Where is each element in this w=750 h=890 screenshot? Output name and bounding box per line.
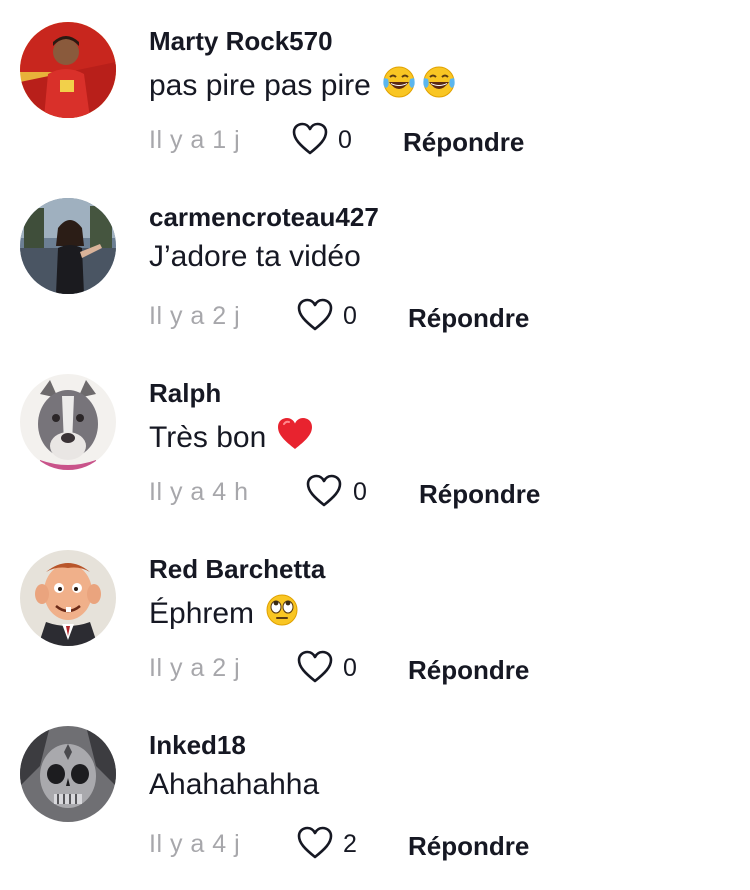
comment-meta: Il y a 2 j 0 Répondre xyxy=(149,298,669,334)
heart-outline-icon xyxy=(297,650,333,683)
comment-meta: Il y a 4 j 2 Répondre xyxy=(149,826,669,862)
like-count: 2 xyxy=(343,830,357,858)
comment-text-content: Éphrem xyxy=(149,597,255,630)
heart-outline-icon xyxy=(306,474,342,507)
reply-button[interactable]: Répondre xyxy=(408,655,529,686)
like-button[interactable] xyxy=(297,826,333,860)
laughing-tears-emoji xyxy=(381,64,417,108)
like-count: 0 xyxy=(353,478,367,506)
avatar[interactable] xyxy=(20,374,116,470)
comment-timestamp: Il y a 4 j xyxy=(149,830,241,858)
reply-button[interactable]: Répondre xyxy=(419,479,540,510)
comment-text-content: Très bon xyxy=(149,421,267,454)
avatar[interactable] xyxy=(20,198,116,294)
like-button[interactable] xyxy=(292,122,328,156)
comment-username[interactable]: Red Barchetta xyxy=(149,554,325,585)
comment-text: pas pire pas pire xyxy=(149,64,457,108)
comment-item: Red Barchetta Éphrem Il y a 2 j 0 Répond… xyxy=(0,528,750,704)
like-count: 0 xyxy=(343,654,357,682)
like-count: 0 xyxy=(338,126,352,154)
comment-text-content: pas pire pas pire xyxy=(149,69,371,102)
comment-text: Très bon xyxy=(149,416,314,460)
comment-timestamp: Il y a 2 j xyxy=(149,302,241,330)
heart-outline-icon xyxy=(297,298,333,331)
reply-button[interactable]: Répondre xyxy=(408,303,529,334)
comment-text: Ahahahahha xyxy=(149,768,319,802)
comment-text-content: J’adore ta vidéo xyxy=(149,240,361,273)
comment-timestamp: Il y a 4 h xyxy=(149,478,249,506)
comment-timestamp: Il y a 2 j xyxy=(149,654,241,682)
reply-button[interactable]: Répondre xyxy=(403,127,524,158)
like-count: 0 xyxy=(343,302,357,330)
like-button[interactable] xyxy=(306,474,342,508)
comment-text: J’adore ta vidéo xyxy=(149,240,361,274)
comment-meta: Il y a 1 j 0 Répondre xyxy=(149,122,669,158)
comment-meta: Il y a 2 j 0 Répondre xyxy=(149,650,669,686)
comment-item: Inked18 Ahahahahha Il y a 4 j 2 Répondre xyxy=(0,704,750,880)
comment-meta: Il y a 4 h 0 Répondre xyxy=(149,474,669,510)
laughing-tears-emoji xyxy=(421,64,457,108)
comment-username[interactable]: carmencroteau427 xyxy=(149,202,379,233)
comment-timestamp: Il y a 1 j xyxy=(149,126,241,154)
like-button[interactable] xyxy=(297,298,333,332)
comment-item: carmencroteau427 J’adore ta vidéo Il y a… xyxy=(0,176,750,352)
heart-outline-icon xyxy=(297,826,333,859)
like-button[interactable] xyxy=(297,650,333,684)
comment-username[interactable]: Marty Rock570 xyxy=(149,26,333,57)
red-heart-emoji xyxy=(276,416,314,460)
avatar[interactable] xyxy=(20,726,116,822)
comment-item: Ralph Très bon Il y a 4 h 0 Répondre xyxy=(0,352,750,528)
comment-username[interactable]: Ralph xyxy=(149,378,221,409)
comment-text-content: Ahahahahha xyxy=(149,768,320,801)
eye-roll-emoji xyxy=(264,592,300,636)
comment-item: Marty Rock570 pas pire pas pire Il y a 1… xyxy=(0,0,750,176)
avatar[interactable] xyxy=(20,550,116,646)
heart-outline-icon xyxy=(292,122,328,155)
comment-text: Éphrem xyxy=(149,592,300,636)
avatar[interactable] xyxy=(20,22,116,118)
reply-button[interactable]: Répondre xyxy=(408,831,529,862)
comment-username[interactable]: Inked18 xyxy=(149,730,246,761)
